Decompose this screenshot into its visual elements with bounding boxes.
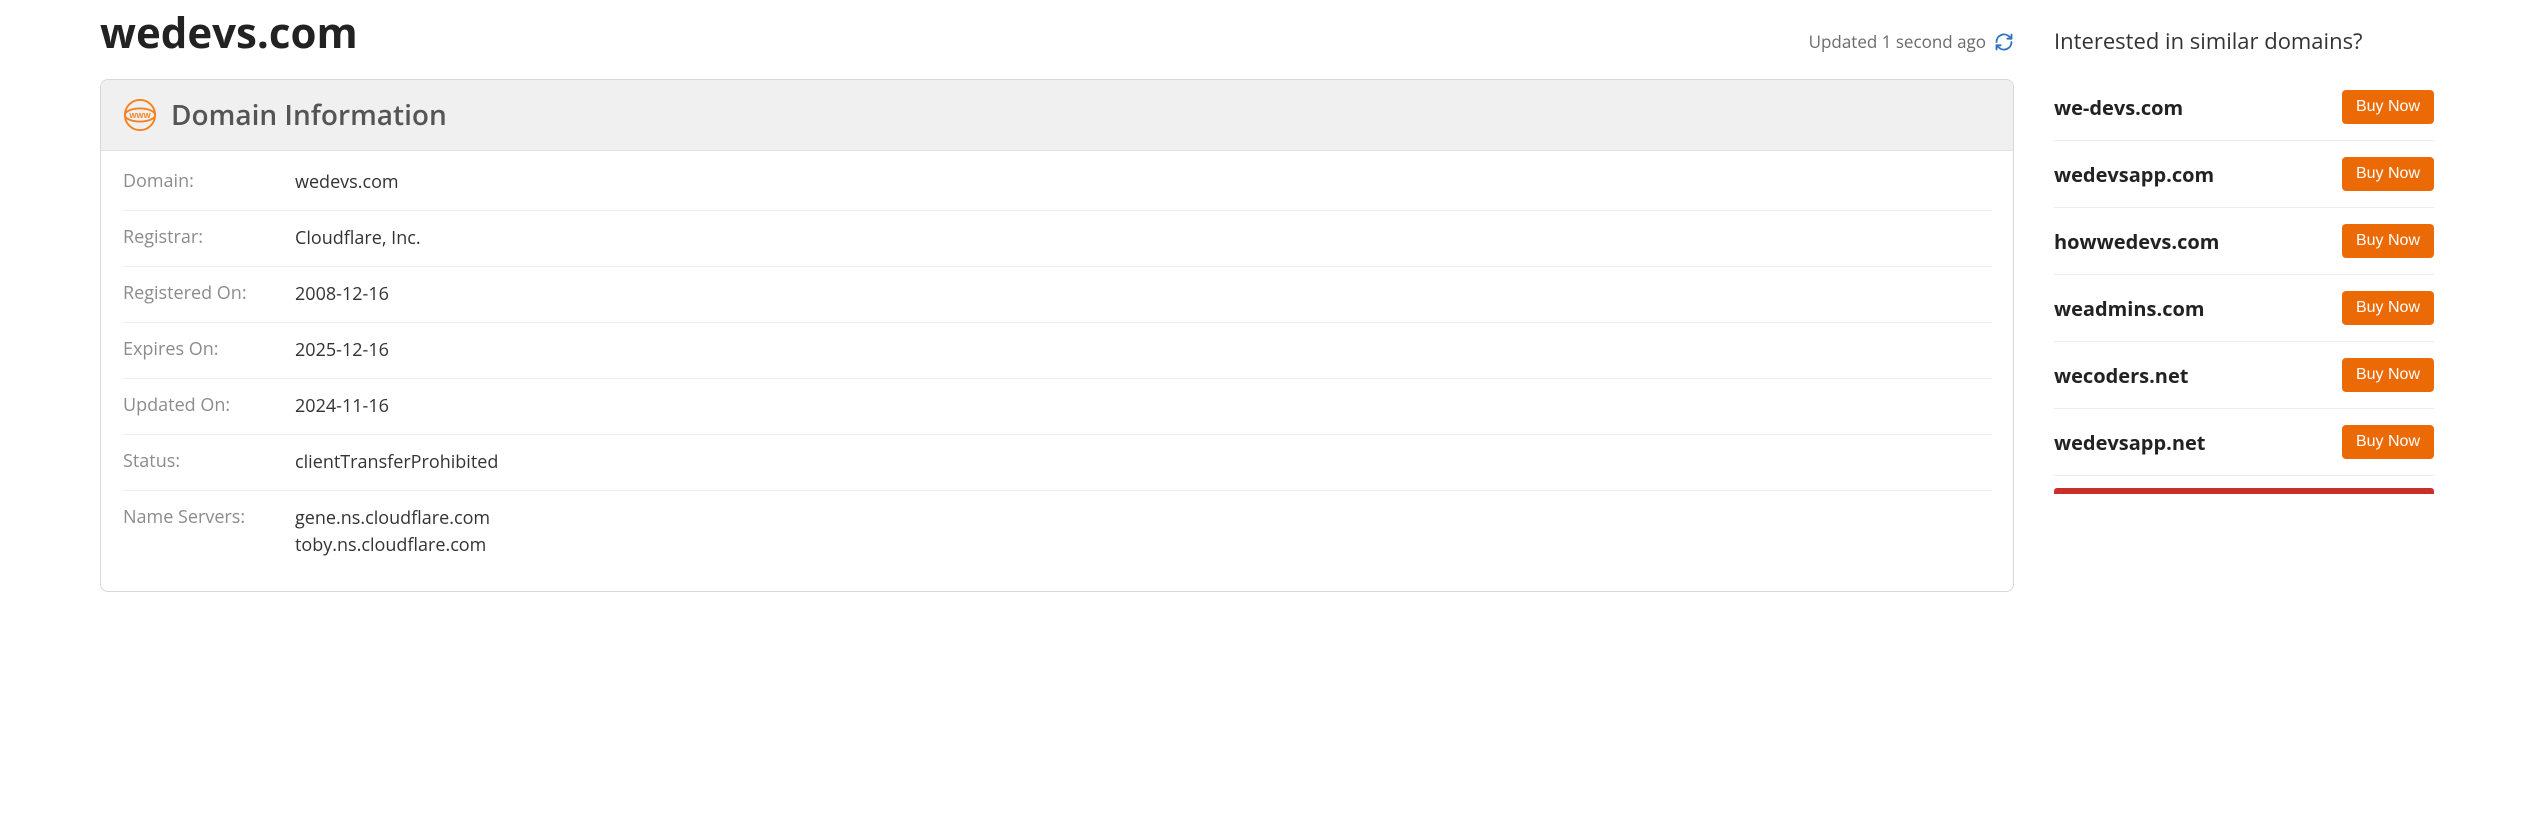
buy-now-button[interactable]: Buy Now <box>2342 358 2434 392</box>
similar-domain-name: weadmins.com <box>2054 295 2205 322</box>
info-row-label: Registered On: <box>123 281 295 308</box>
promo-bar <box>2054 488 2434 494</box>
info-row: Status:clientTransferProhibited <box>123 435 1991 491</box>
info-row: Name Servers:gene.ns.cloudflare.comtoby.… <box>123 491 1991 573</box>
info-row-label: Registrar: <box>123 225 295 252</box>
buy-now-button[interactable]: Buy Now <box>2342 90 2434 124</box>
buy-now-button[interactable]: Buy Now <box>2342 291 2434 325</box>
info-row: Updated On:2024-11-16 <box>123 379 1991 435</box>
similar-domain-name: we-devs.com <box>2054 94 2183 121</box>
buy-now-button[interactable]: Buy Now <box>2342 425 2434 459</box>
card-header-title: Domain Information <box>171 96 447 134</box>
similar-domain-item: wedevsapp.com Buy Now <box>2054 141 2434 208</box>
www-icon: WWW <box>123 98 157 132</box>
info-row-value: gene.ns.cloudflare.comtoby.ns.cloudflare… <box>295 505 490 559</box>
buy-now-button[interactable]: Buy Now <box>2342 157 2434 191</box>
similar-domain-item: weadmins.com Buy Now <box>2054 275 2434 342</box>
info-row-label: Updated On: <box>123 393 295 420</box>
card-header: WWW Domain Information <box>101 80 2013 151</box>
info-row-value: Cloudflare, Inc. <box>295 225 421 252</box>
info-row: Domain:wedevs.com <box>123 155 1991 211</box>
similar-domain-item: wedevsapp.net Buy Now <box>2054 409 2434 476</box>
similar-domain-name: wedevsapp.net <box>2054 429 2205 456</box>
refresh-icon[interactable] <box>1994 32 2014 52</box>
buy-now-button[interactable]: Buy Now <box>2342 224 2434 258</box>
info-row: Registrar:Cloudflare, Inc. <box>123 211 1991 267</box>
info-row-value: wedevs.com <box>295 169 399 196</box>
updated-text: Updated 1 second ago <box>1809 30 1986 53</box>
similar-domains-sidebar: Interested in similar domains? we-devs.c… <box>2054 0 2434 592</box>
info-row-value: clientTransferProhibited <box>295 449 498 476</box>
similar-domain-name: wedevsapp.com <box>2054 161 2214 188</box>
domain-info-card: WWW Domain Information Domain:wedevs.com… <box>100 79 2014 592</box>
svg-text:WWW: WWW <box>129 111 151 120</box>
info-row: Expires On:2025-12-16 <box>123 323 1991 379</box>
similar-domain-name: howwedevs.com <box>2054 228 2219 255</box>
similar-domain-item: howwedevs.com Buy Now <box>2054 208 2434 275</box>
info-row-label: Name Servers: <box>123 505 295 559</box>
info-row-value: 2008-12-16 <box>295 281 389 308</box>
info-row-label: Domain: <box>123 169 295 196</box>
page-title: wedevs.com <box>100 4 358 61</box>
info-row-value: 2024-11-16 <box>295 393 389 420</box>
updated-status: Updated 1 second ago <box>1809 30 2014 53</box>
info-row: Registered On:2008-12-16 <box>123 267 1991 323</box>
similar-domain-item: wecoders.net Buy Now <box>2054 342 2434 409</box>
similar-domain-item: we-devs.com Buy Now <box>2054 74 2434 141</box>
info-row-label: Expires On: <box>123 337 295 364</box>
sidebar-title: Interested in similar domains? <box>2054 26 2434 56</box>
info-row-value: 2025-12-16 <box>295 337 389 364</box>
similar-domain-name: wecoders.net <box>2054 362 2188 389</box>
info-row-label: Status: <box>123 449 295 476</box>
info-rows: Domain:wedevs.comRegistrar:Cloudflare, I… <box>101 151 2013 591</box>
